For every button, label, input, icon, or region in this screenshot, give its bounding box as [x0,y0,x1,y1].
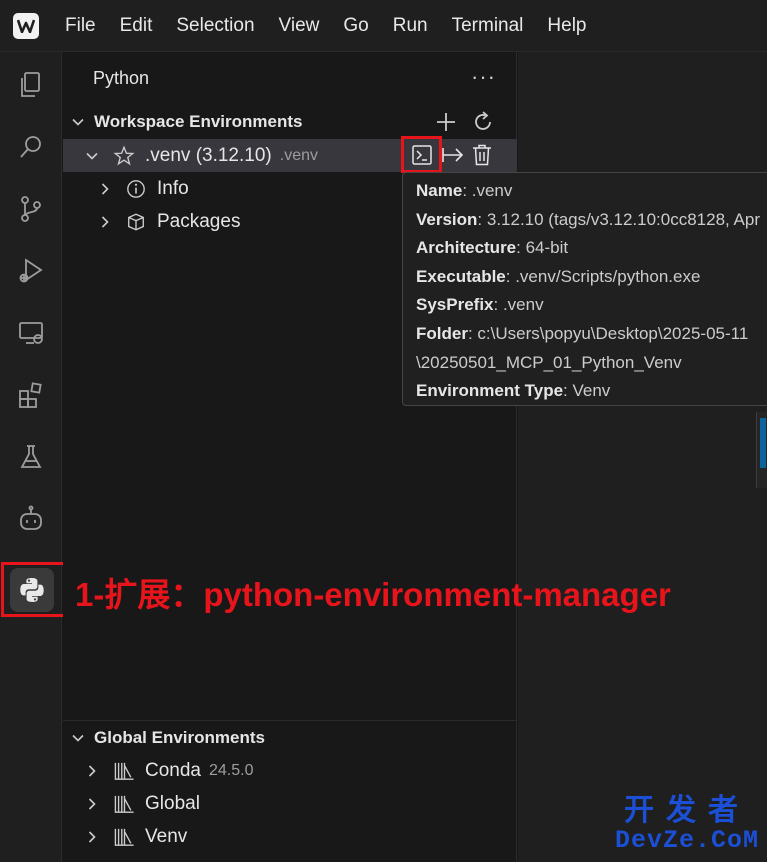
app-logo-icon[interactable] [13,12,39,39]
global-env-version: 24.5.0 [209,761,254,779]
info-label: Info [157,177,189,199]
packages-label: Packages [157,210,241,232]
package-icon [128,213,144,230]
tooltip-line: \20250501_MCP_01_Python_Venv [416,352,682,372]
chevron-right-icon [88,764,96,777]
chevron-right-icon [101,182,109,195]
chevron-down-icon [72,734,84,742]
delete-environment-icon[interactable] [471,143,493,167]
workspace-environments-label: Workspace Environments [94,112,303,131]
global-environments-label: Global Environments [94,728,265,747]
global-env-item[interactable]: Conda 24.5.0 [63,754,517,787]
global-env-item[interactable]: Venv [63,820,517,853]
more-actions-icon[interactable]: ··· [471,64,496,90]
remote-explorer-icon[interactable] [0,302,62,364]
global-env-name: Global [145,792,200,814]
watermark-en: DevZe.CoM [614,826,760,855]
add-environment-icon[interactable] [434,110,458,134]
editor-panel-edge [756,412,767,488]
title-menu-bar: File Edit Selection View Go Run Terminal… [0,0,767,52]
terminal-action-highlight [401,136,442,173]
star-icon [113,144,135,165]
annotation-label: 1-扩展：python-environment-manager [75,576,671,613]
library-icon [114,828,134,846]
global-environments-header[interactable]: Global Environments [63,722,517,754]
section-divider [63,720,517,721]
tooltip-line: Executable: .venv/Scripts/python.exe [416,266,701,286]
global-env-item[interactable]: Global [63,787,517,820]
search-icon[interactable] [0,116,62,178]
global-env-name: Venv [145,825,188,847]
chevron-down-icon [72,118,84,126]
refresh-icon[interactable] [471,110,495,134]
chevron-right-icon [88,830,96,843]
library-icon [114,795,134,813]
menu-view[interactable]: View [267,0,332,52]
venv-environment-detail: .venv [279,146,318,164]
chevron-right-icon [101,215,109,228]
menu-help[interactable]: Help [535,0,598,52]
explorer-icon[interactable] [0,54,62,116]
source-control-icon[interactable] [0,178,62,240]
tooltip-line: Name: .venv [416,181,513,200]
info-icon [127,179,145,198]
watermark-cn: 开发者 [624,794,750,827]
chevron-down-icon [86,152,98,160]
extensions-icon[interactable] [0,364,62,426]
tooltip-line: Architecture: 64-bit [416,238,569,258]
activity-bar [0,52,62,862]
menu-go[interactable]: Go [331,0,380,52]
venv-environment-name: .venv (3.12.10) [145,144,272,166]
python-extension-highlight [1,562,67,617]
testing-icon[interactable] [0,426,62,488]
chevron-right-icon [88,797,96,810]
copilot-icon[interactable] [0,488,62,550]
global-env-name: Conda [145,759,201,781]
tooltip-line: SysPrefix: .venv [416,295,544,315]
library-icon [114,762,134,780]
watermark-logo: 开发者 DevZe.CoM [612,795,762,857]
sidebar-title: Python [93,68,150,88]
tooltip-line: Folder: c:\Users\popyu\Desktop\2025-05-1… [416,323,749,343]
environment-tooltip: Name: .venv Version: 3.12.10 (tags/v3.12… [402,172,767,406]
run-debug-icon[interactable] [0,240,62,302]
menu-edit[interactable]: Edit [108,0,165,52]
menu-selection[interactable]: Selection [164,0,266,52]
tooltip-line: Environment Type: Venv [416,381,611,401]
tooltip-line: Version: 3.12.10 (tags/v3.12.10:0cc8128,… [416,209,761,229]
set-environment-icon[interactable] [441,144,465,166]
menu-file[interactable]: File [53,0,108,52]
menu-terminal[interactable]: Terminal [440,0,536,52]
menu-run[interactable]: Run [381,0,440,52]
